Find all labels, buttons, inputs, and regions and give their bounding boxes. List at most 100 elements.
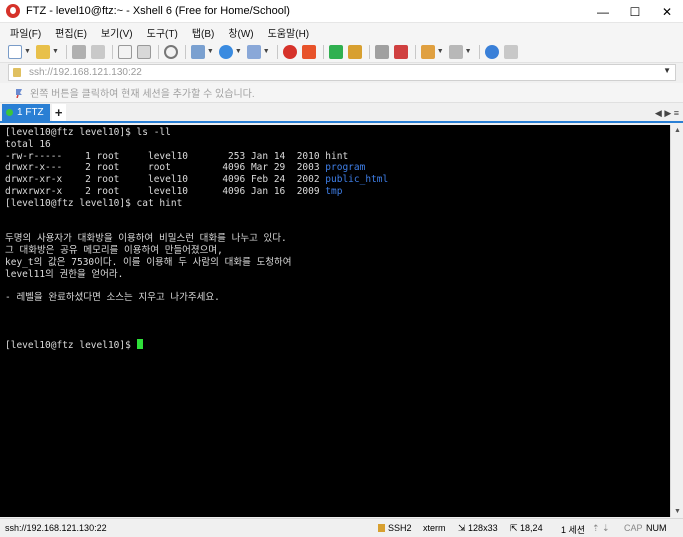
terminal-line: total 16 (5, 138, 51, 150)
terminal-text: drwxr-xr-x 2 root level10 4096 Feb 24 20… (5, 174, 326, 186)
terminal-line: -rw-r----- 1 root level10 253 Jan 14 201… (5, 150, 349, 162)
fullscreen-icon[interactable] (328, 44, 343, 59)
chevron-down-icon[interactable]: ▼ (465, 48, 472, 55)
chevron-down-icon[interactable]: ▼ (24, 48, 31, 55)
status-bar: ssh://192.168.121.130:22 SSH2 xterm ⇲ 12… (0, 518, 683, 537)
status-position: ⇱ 18,24 (510, 523, 543, 534)
terminal-line: 두명의 사용자가 대화방을 이용하여 비밀스런 대화를 나누고 있다. (5, 233, 287, 245)
status-protocol: SSH2 (378, 523, 412, 533)
lock-icon (378, 524, 385, 532)
tab-navigation-icon[interactable]: ◀ ▶ ≡ (655, 108, 679, 119)
menu-view[interactable]: 보기(V) (101, 25, 133, 40)
terminal-line: drwxrwxr-x 2 root level10 4096 Jan 16 20… (5, 186, 670, 198)
directory-name: program (325, 162, 366, 174)
window-title: FTZ - level10@ftz:~ - Xshell 6 (Free for… (26, 5, 290, 17)
terminal-line: 그 대화방은 공유 메모리를 이용하여 만들어졌으며, (5, 244, 223, 256)
terminal-line: - 레벨을 완료하셨다면 소스는 지우고 나가주세요. (5, 292, 220, 304)
toolbar-divider (322, 44, 324, 59)
font-icon[interactable] (246, 44, 261, 59)
toolbar-divider (414, 44, 416, 59)
toolbar-divider (111, 44, 113, 59)
terminal-line: [level10@ftz level10]$ ls -ll (5, 127, 171, 138)
chevron-down-icon[interactable]: ▼ (207, 48, 214, 55)
toolbar: ▼ ▼ ▼ ▼ ▼ ▼ ▼ (0, 41, 683, 63)
terminal-output[interactable]: [level10@ftz level10]$ ls -ll total 16 -… (0, 125, 670, 517)
resize-icon: ⇲ (458, 523, 469, 533)
chevron-down-icon[interactable]: ▼ (235, 48, 242, 55)
chat-icon[interactable] (503, 44, 518, 59)
window-controls: — ☐ ✕ (587, 0, 683, 23)
lock-icon[interactable] (347, 44, 362, 59)
scroll-up-icon[interactable]: ▲ (674, 127, 681, 134)
status-terminal-type: xterm (423, 523, 446, 533)
scroll-down-icon[interactable]: ▼ (674, 508, 681, 515)
status-protocol-text: SSH2 (388, 523, 412, 533)
chevron-down-icon[interactable]: ▼ (52, 48, 59, 55)
open-folder-icon[interactable] (35, 44, 50, 59)
chevron-down-icon[interactable]: ▼ (437, 48, 444, 55)
disconnect-icon[interactable] (90, 44, 105, 59)
menu-tools[interactable]: 도구(T) (147, 25, 178, 40)
directory-name: public_html (325, 174, 389, 186)
address-input[interactable]: ssh://192.168.121.130:22 (29, 67, 142, 78)
status-caps: CAP (624, 523, 643, 533)
keyboard-icon[interactable] (374, 44, 389, 59)
terminal-line: drwxr-x--- 2 root root 4096 Mar 29 2003 … (5, 162, 670, 174)
reconnect-icon[interactable] (71, 44, 86, 59)
properties-icon[interactable] (190, 44, 205, 59)
find-icon[interactable] (163, 44, 178, 59)
xshell-red-icon[interactable] (282, 44, 297, 59)
minimize-button[interactable]: — (587, 0, 619, 23)
terminal-text: drwxr-x--- 2 root root 4096 Mar 29 2003 (5, 162, 326, 174)
terminal-scrollbar[interactable]: ▲ ▼ (670, 125, 683, 517)
tab-bar: 1 FTZ + ◀ ▶ ≡ (0, 104, 683, 123)
title-bar: FTZ - level10@ftz:~ - Xshell 6 (Free for… (0, 0, 683, 23)
status-size-text: 128x33 (468, 523, 498, 533)
tab-ftz[interactable]: 1 FTZ (2, 104, 50, 121)
toolbar-divider (368, 44, 370, 59)
xftp-icon[interactable] (301, 44, 316, 59)
terminal-cursor (136, 339, 143, 350)
new-session-icon[interactable] (8, 44, 22, 59)
pin-icon[interactable] (14, 88, 24, 98)
script-icon[interactable] (420, 44, 435, 59)
menu-file[interactable]: 파일(F) (10, 25, 41, 40)
menu-tab[interactable]: 탭(B) (192, 25, 215, 40)
terminal-line: level11의 권한을 얻어라. (5, 268, 124, 280)
terminal-line: key_t의 값은 7530이다. 이를 이용해 두 사람의 대화를 도청하여 (5, 256, 292, 268)
tab-label: 1 FTZ (17, 107, 44, 118)
paste-icon[interactable] (136, 44, 151, 59)
xshell-logo-icon (6, 4, 20, 18)
terminal-prompt-line: [level10@ftz level10]$ (5, 339, 670, 351)
menu-edit[interactable]: 편집(E) (55, 25, 87, 40)
menu-window[interactable]: 창(W) (228, 25, 253, 40)
menu-help[interactable]: 도움말(H) (268, 25, 309, 40)
help-icon[interactable] (484, 44, 499, 59)
copy-icon[interactable] (117, 44, 132, 59)
add-tab-button[interactable]: + (51, 104, 66, 121)
compose-icon[interactable] (393, 44, 408, 59)
directory-name: tmp (325, 185, 343, 197)
toolbar-divider (65, 44, 67, 59)
address-dropdown-icon[interactable]: ▼ (663, 66, 671, 75)
maximize-button[interactable]: ☐ (619, 0, 651, 23)
cursor-position-icon: ⇱ (510, 523, 521, 533)
status-num: NUM (646, 523, 667, 533)
status-position-text: 18,24 (520, 523, 543, 533)
address-bar[interactable]: ssh://192.168.121.130:22 ▼ (8, 64, 676, 81)
menu-bar: 파일(F) 편집(E) 보기(V) 도구(T) 탭(B) 창(W) 도움말(H) (0, 23, 683, 41)
chevron-down-icon[interactable]: ▼ (263, 48, 270, 55)
globe-icon[interactable] (218, 44, 233, 59)
layout-icon[interactable] (448, 44, 463, 59)
terminal-prompt: [level10@ftz level10]$ (5, 340, 137, 352)
connected-status-icon (6, 109, 13, 116)
toolbar-divider (184, 44, 186, 59)
toolbar-divider (276, 44, 278, 59)
close-button[interactable]: ✕ (651, 0, 683, 23)
